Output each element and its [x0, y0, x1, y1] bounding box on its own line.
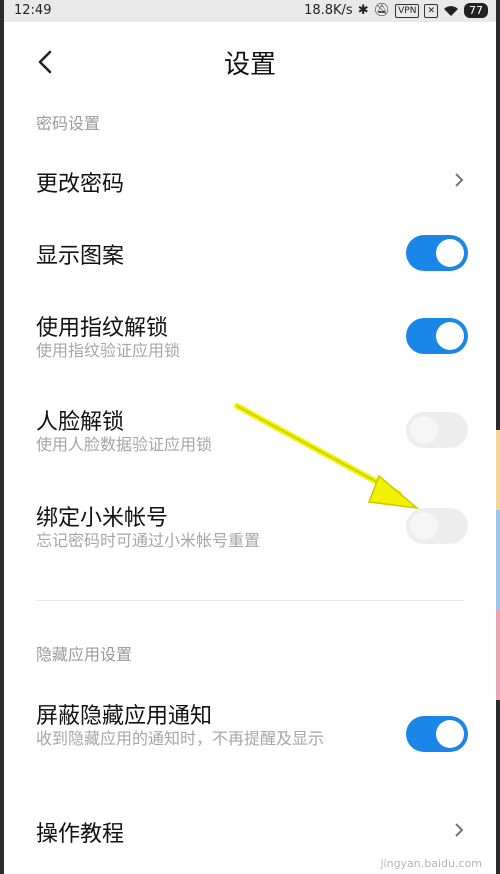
app-header: 设置: [4, 22, 496, 102]
edge-decoration: [496, 430, 500, 510]
row-label: 绑定小米帐号: [36, 506, 169, 531]
section-divider: [36, 600, 464, 601]
status-icons: 18.8K/s ✱ 🔕︎ VPN ✕ 77: [304, 3, 488, 18]
watermark: jingyan.baidu.com: [380, 857, 482, 870]
section-title-hidden-apps: 隐藏应用设置: [36, 645, 133, 664]
vpn-badge: VPN: [395, 3, 420, 18]
row-block-hidden-notifications: 屏蔽隐藏应用通知 收到隐藏应用的通知时，不再提醒及显示: [4, 688, 496, 778]
row-label: 显示图案: [36, 244, 125, 269]
toggle-knob: [436, 720, 464, 748]
row-sublabel: 使用人脸数据验证应用锁: [36, 435, 213, 454]
row-change-password[interactable]: 更改密码: [4, 150, 496, 210]
toggle-bind-mi-account[interactable]: [406, 508, 468, 544]
bluetooth-icon: ✱: [357, 3, 369, 18]
row-label: 更改密码: [36, 172, 125, 197]
row-bind-mi-account: 绑定小米帐号 忘记密码时可通过小米帐号重置: [4, 490, 496, 560]
row-label: 人脸解锁: [36, 410, 125, 435]
toggle-knob: [436, 322, 464, 350]
battery-icon: 77: [464, 3, 488, 18]
row-show-pattern: 显示图案: [4, 222, 496, 282]
sim-icon: ✕: [424, 3, 438, 18]
toggle-knob: [436, 239, 464, 267]
row-face-unlock: 人脸解锁 使用人脸数据验证应用锁: [4, 394, 496, 464]
edge-decoration: [496, 610, 500, 700]
row-sublabel: 忘记密码时可通过小米帐号重置: [36, 531, 261, 550]
edge-decoration: [496, 510, 500, 610]
toggle-knob: [410, 512, 438, 540]
row-label: 使用指纹解锁: [36, 316, 169, 341]
section-title-password: 密码设置: [36, 114, 101, 133]
row-sublabel: 收到隐藏应用的通知时，不再提醒及显示: [36, 729, 325, 748]
phone-frame: 12:49 18.8K/s ✱ 🔕︎ VPN ✕ 77 设置 密码设置 更改密码…: [0, 0, 500, 874]
toggle-show-pattern[interactable]: [406, 235, 468, 271]
network-speed: 18.8K/s: [304, 3, 353, 18]
row-sublabel: 使用指纹验证应用锁: [36, 341, 181, 360]
toggle-block-hidden-notifications[interactable]: [406, 716, 468, 752]
row-label: 操作教程: [36, 822, 125, 847]
toggle-fingerprint-unlock[interactable]: [406, 318, 468, 354]
chevron-right-icon: [455, 823, 464, 837]
row-label: 屏蔽隐藏应用通知: [36, 704, 213, 729]
wifi-icon: [444, 5, 458, 16]
status-time: 12:49: [14, 3, 52, 18]
mute-icon: 🔕︎: [373, 3, 391, 18]
row-fingerprint-unlock: 使用指纹解锁 使用指纹验证应用锁: [4, 298, 496, 368]
toggle-face-unlock[interactable]: [406, 412, 468, 448]
row-tutorial[interactable]: 操作教程: [4, 800, 496, 860]
chevron-right-icon: [455, 173, 464, 187]
page-title: 设置: [223, 50, 276, 80]
toggle-knob: [410, 416, 438, 444]
status-bar: 12:49 18.8K/s ✱ 🔕︎ VPN ✕ 77: [4, 0, 496, 22]
